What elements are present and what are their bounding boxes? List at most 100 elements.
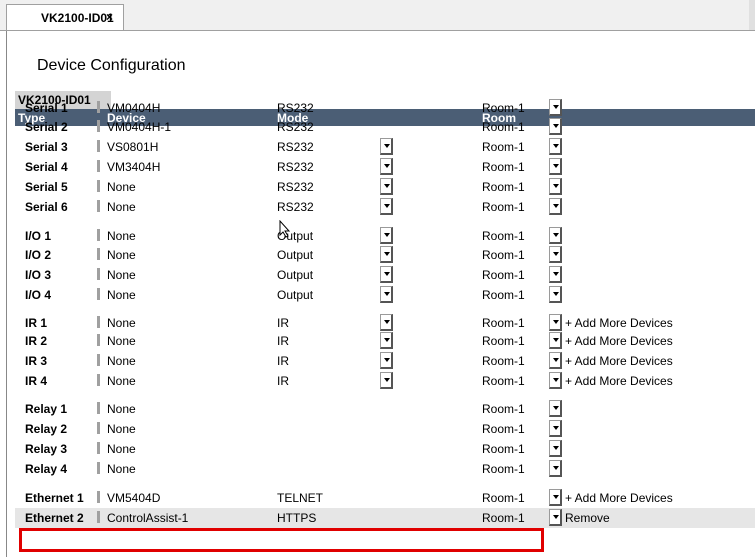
table-row[interactable]: Serial 6 None RS232 Room-1: [15, 197, 755, 217]
row-device[interactable]: VS0801H: [107, 140, 158, 154]
mode-dropdown-button[interactable]: [380, 372, 393, 389]
row-device[interactable]: None: [107, 334, 136, 348]
row-device[interactable]: VM0404H-1: [107, 120, 171, 134]
table-row[interactable]: Ethernet 1 VM5404D TELNET Room-1 + Add More …: [15, 488, 755, 508]
mode-dropdown-button[interactable]: [380, 314, 393, 331]
mode-dropdown-button[interactable]: [380, 178, 393, 195]
room-dropdown-button[interactable]: [549, 400, 562, 417]
room-dropdown-button[interactable]: [549, 420, 562, 437]
row-device[interactable]: None: [107, 248, 136, 262]
room-dropdown-button[interactable]: [549, 314, 562, 331]
room-dropdown-button[interactable]: [549, 118, 562, 135]
mode-dropdown-button[interactable]: [380, 332, 393, 349]
mode-dropdown-button[interactable]: [380, 246, 393, 263]
row-type: Serial 4: [25, 160, 68, 174]
room-dropdown-button[interactable]: [549, 509, 562, 526]
room-dropdown-button[interactable]: [549, 246, 562, 263]
add-more-devices-link[interactable]: + Add More Devices: [565, 316, 673, 330]
row-room: Room-1: [482, 402, 525, 416]
mode-dropdown-button[interactable]: [380, 352, 393, 369]
close-icon[interactable]: ×: [106, 10, 113, 24]
mode-dropdown-button[interactable]: [380, 138, 393, 155]
device-marker: [97, 248, 100, 260]
row-device[interactable]: None: [107, 442, 136, 456]
table-row[interactable]: Relay 3 None Room-1: [15, 439, 755, 459]
row-room: Room-1: [482, 248, 525, 262]
row-device[interactable]: None: [107, 200, 136, 214]
table-row[interactable]: I/O 3 None Output Room-1: [15, 265, 755, 285]
table-row[interactable]: Serial 2 VM0404H-1 RS232 Room-1: [15, 117, 755, 137]
row-room: Room-1: [482, 334, 525, 348]
page-title: Device Configuration: [37, 57, 186, 74]
add-more-devices-link[interactable]: + Add More Devices: [565, 334, 673, 348]
room-dropdown-button[interactable]: [549, 489, 562, 506]
row-device[interactable]: None: [107, 180, 136, 194]
table-row[interactable]: IR 2 None IR Room-1 + Add More Devices: [15, 331, 755, 351]
device-marker: [97, 491, 100, 503]
table-row[interactable]: IR 4 None IR Room-1 + Add More Devices: [15, 371, 755, 391]
room-dropdown-button[interactable]: [549, 158, 562, 175]
room-dropdown-button[interactable]: [549, 178, 562, 195]
row-device[interactable]: None: [107, 229, 136, 243]
table-row[interactable]: IR 1 None IR Room-1 + Add More Devices: [15, 313, 755, 333]
mode-dropdown-button[interactable]: [380, 286, 393, 303]
room-dropdown-button[interactable]: [549, 440, 562, 457]
row-device[interactable]: None: [107, 316, 136, 330]
row-device[interactable]: VM0404H: [107, 101, 160, 115]
mode-dropdown-button[interactable]: [380, 198, 393, 215]
row-device[interactable]: VM5404D: [107, 491, 160, 505]
row-room: Room-1: [482, 511, 525, 525]
table-row[interactable]: Serial 1 VM0404H RS232 Room-1: [15, 98, 755, 118]
table-row[interactable]: Ethernet 2 ControlAssist-1 HTTPS Room-1 Remo…: [15, 508, 755, 528]
tab-title: VK2100-ID01: [41, 11, 114, 25]
room-dropdown-button[interactable]: [549, 99, 562, 116]
table-row[interactable]: I/O 4 None Output Room-1: [15, 285, 755, 305]
device-marker: [97, 316, 100, 328]
mode-dropdown-button[interactable]: [380, 227, 393, 244]
add-more-devices-link[interactable]: + Add More Devices: [565, 374, 673, 388]
table-row[interactable]: Serial 4 VM3404H RS232 Room-1: [15, 157, 755, 177]
row-device[interactable]: None: [107, 268, 136, 282]
room-dropdown-button[interactable]: [549, 332, 562, 349]
mode-dropdown-button[interactable]: [380, 266, 393, 283]
room-dropdown-button[interactable]: [549, 198, 562, 215]
table-row[interactable]: Relay 1 None Room-1: [15, 399, 755, 419]
row-device[interactable]: None: [107, 422, 136, 436]
room-dropdown-button[interactable]: [549, 352, 562, 369]
row-device[interactable]: VM3404H: [107, 160, 160, 174]
device-marker: [97, 288, 100, 300]
row-mode: RS232: [277, 120, 314, 134]
add-more-devices-link[interactable]: + Add More Devices: [565, 491, 673, 505]
row-room: Room-1: [482, 316, 525, 330]
add-more-devices-link[interactable]: + Add More Devices: [565, 354, 673, 368]
device-marker: [97, 442, 100, 454]
room-dropdown-button[interactable]: [549, 138, 562, 155]
row-device[interactable]: ControlAssist-1: [107, 511, 188, 525]
table-row[interactable]: I/O 1 None Output Room-1: [15, 226, 755, 246]
room-dropdown-button[interactable]: [549, 460, 562, 477]
table-row[interactable]: Relay 4 None Room-1: [15, 459, 755, 479]
table-row[interactable]: Relay 2 None Room-1: [15, 419, 755, 439]
remove-link[interactable]: Remove: [565, 511, 610, 525]
row-type: Serial 3: [25, 140, 68, 154]
mode-dropdown-button[interactable]: [380, 158, 393, 175]
tab-vk2100-id01[interactable]: VK2100-ID01 ×: [6, 4, 124, 30]
row-device[interactable]: None: [107, 354, 136, 368]
row-device[interactable]: None: [107, 462, 136, 476]
table-row[interactable]: IR 3 None IR Room-1 + Add More Devices: [15, 351, 755, 371]
row-device[interactable]: None: [107, 374, 136, 388]
table-row[interactable]: Serial 5 None RS232 Room-1: [15, 177, 755, 197]
row-mode: Output: [277, 248, 314, 262]
device-marker: [97, 200, 100, 212]
table-row[interactable]: Serial 3 VS0801H RS232 Room-1: [15, 137, 755, 157]
table-row[interactable]: I/O 2 None Output Room-1: [15, 245, 755, 265]
row-device[interactable]: None: [107, 402, 136, 416]
room-dropdown-button[interactable]: [549, 227, 562, 244]
row-mode: TELNET: [277, 491, 324, 505]
room-dropdown-button[interactable]: [549, 372, 562, 389]
device-marker: [97, 402, 100, 414]
room-dropdown-button[interactable]: [549, 266, 562, 283]
row-room: Room-1: [482, 354, 525, 368]
room-dropdown-button[interactable]: [549, 286, 562, 303]
row-device[interactable]: None: [107, 288, 136, 302]
